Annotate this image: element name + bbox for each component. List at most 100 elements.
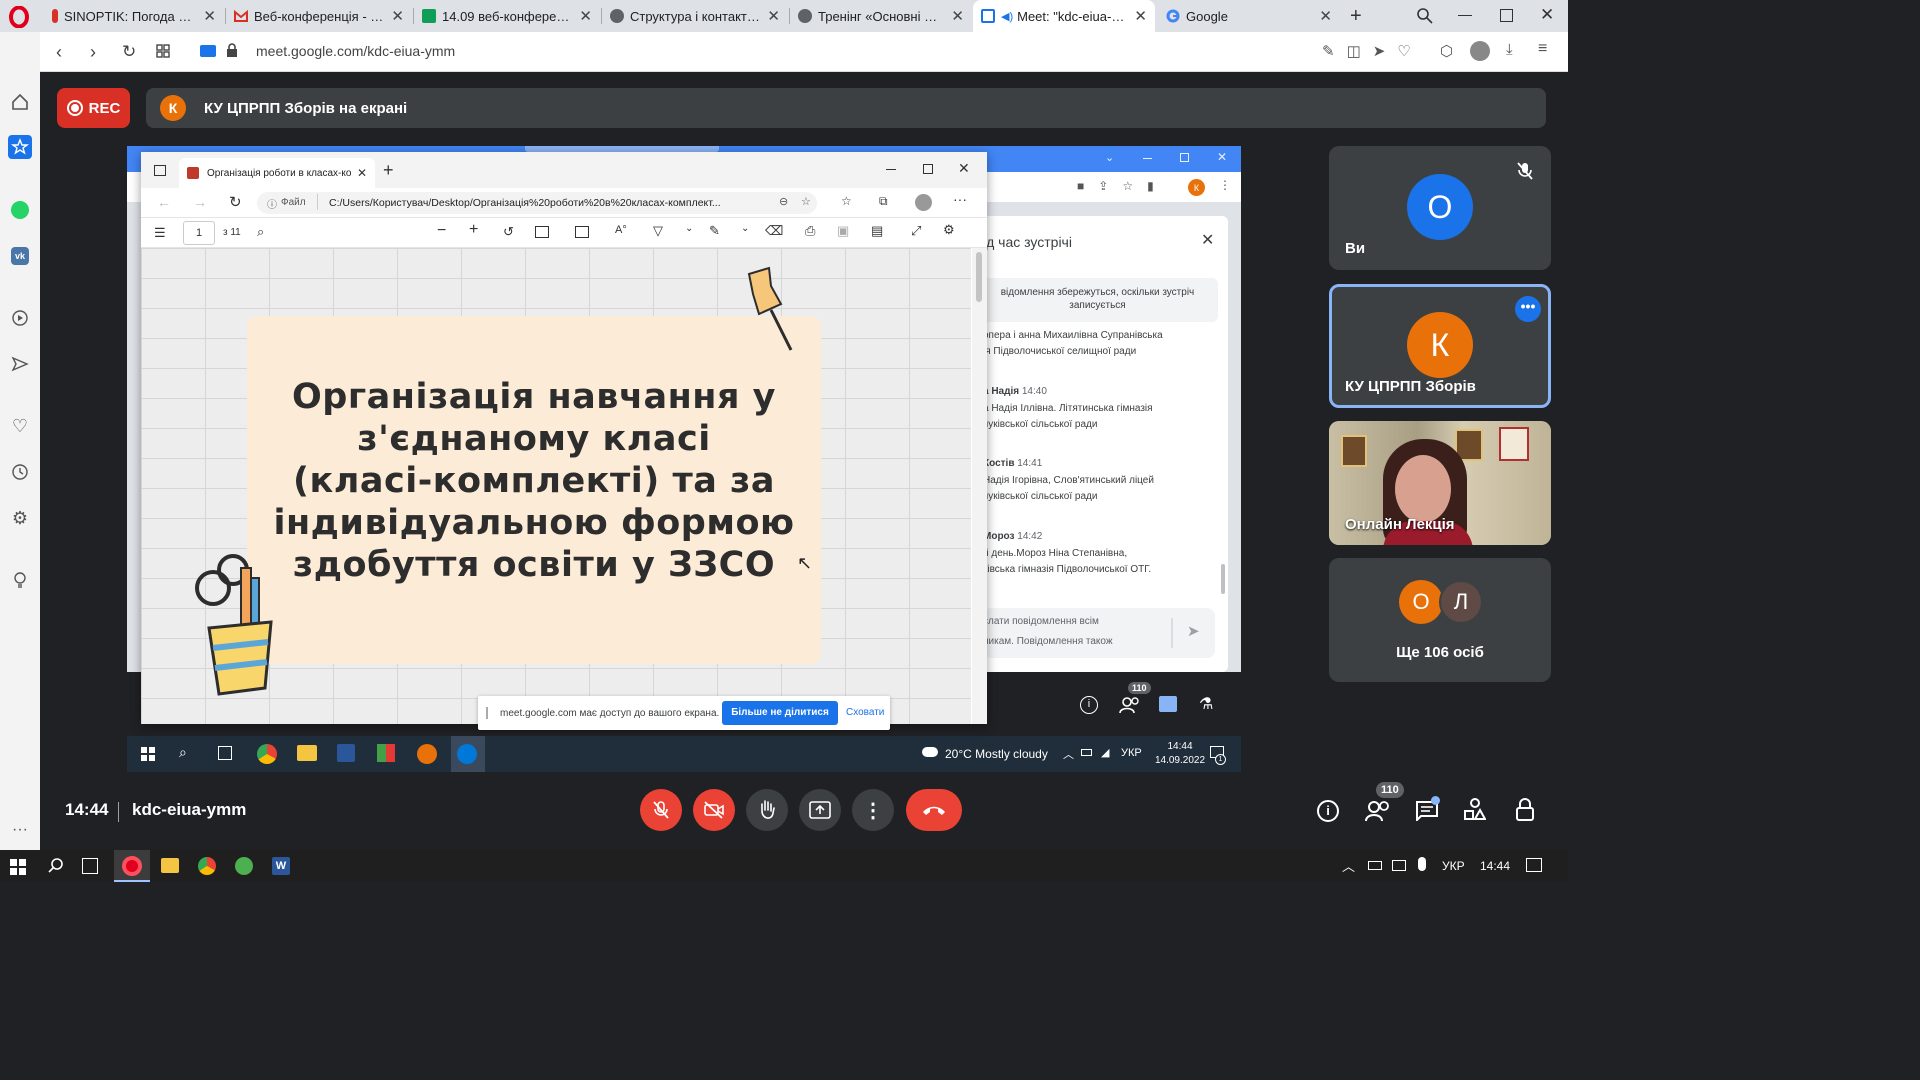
mic-toggle-button[interactable] <box>640 789 682 831</box>
tips-icon[interactable] <box>8 568 32 592</box>
close-window-icon[interactable]: ✕ <box>1540 5 1554 25</box>
participant-tile-presenter[interactable]: К ••• КУ ЦПРПП Зборів <box>1329 284 1551 408</box>
opera-icon[interactable] <box>122 856 142 876</box>
lock-icon[interactable] <box>226 43 238 58</box>
minimize-icon <box>1143 158 1152 159</box>
snapshot-icon[interactable]: ◫ <box>1347 42 1361 60</box>
chat-input: слати повідомлення всім никам. Повідомле… <box>983 608 1215 658</box>
close-icon[interactable]: ✕ <box>1134 7 1147 25</box>
bookmarks-icon[interactable] <box>8 135 32 159</box>
maximize-icon[interactable] <box>1500 9 1513 22</box>
microphone-icon[interactable] <box>1418 857 1426 871</box>
thermometer-icon <box>52 9 58 23</box>
search-icon[interactable] <box>48 857 64 873</box>
heart-icon[interactable]: ♡ <box>8 414 32 438</box>
search-tabs-icon[interactable] <box>1416 7 1434 25</box>
activities-icon[interactable] <box>1464 798 1486 820</box>
vk-icon[interactable]: vk <box>8 244 32 268</box>
star-icon: ☆ <box>1122 179 1134 193</box>
highlight-icon: ▽ <box>653 223 663 238</box>
favorites-icon: ☆ <box>841 194 852 208</box>
whatsapp-icon[interactable] <box>8 198 32 222</box>
opera-logo-icon[interactable] <box>8 6 30 28</box>
network-icon[interactable] <box>1392 860 1406 871</box>
notifications-icon[interactable] <box>1526 858 1542 872</box>
mouse-cursor-icon: ↖ <box>797 553 813 573</box>
new-tab-icon[interactable]: + <box>1350 5 1362 28</box>
unread-dot <box>1431 796 1440 805</box>
heart-icon[interactable]: ♡ <box>1397 42 1410 60</box>
present-screen-button[interactable] <box>799 789 841 831</box>
meeting-time: 14:44 <box>65 800 109 819</box>
send-icon[interactable]: ➤ <box>1373 42 1386 60</box>
pdf-viewer-window: Організація роботи в класах-ко ✕ + ✕ ← →… <box>141 152 987 724</box>
tab-sinoptik[interactable]: SINOPTIK: Погода на 14 ✕ <box>44 0 224 32</box>
settings-icon[interactable]: ⚙ <box>8 506 32 530</box>
chrome-icon <box>257 744 277 764</box>
tab-grid-icon[interactable] <box>156 44 170 58</box>
minimize-icon <box>886 169 896 170</box>
participant-tile-video[interactable]: Онлайн Лекція <box>1329 421 1551 545</box>
more-options-button[interactable]: ⋮ <box>852 789 894 831</box>
reload-icon[interactable]: ↻ <box>122 42 136 62</box>
more-icon[interactable]: ··· <box>8 818 32 842</box>
download-icon[interactable]: ⤓ <box>1506 41 1513 58</box>
extensions-icon[interactable]: ⬡ <box>1440 42 1453 60</box>
app-icon[interactable] <box>235 857 253 875</box>
tab-meet[interactable]: ◀) Meet: "kdc-eiua-ymm ✕ <box>973 0 1155 32</box>
tab-training[interactable]: Тренінг «Основні шлях ✕ <box>790 0 972 32</box>
more-options-icon[interactable]: ••• <box>1515 296 1541 322</box>
recording-indicator[interactable]: REC <box>57 88 130 128</box>
minimize-icon[interactable] <box>1458 15 1472 16</box>
history-icon[interactable] <box>8 460 32 484</box>
leave-call-button[interactable] <box>906 789 962 831</box>
camera-toggle-button[interactable] <box>693 789 735 831</box>
participant-tile-others[interactable]: О Л Ще 106 осіб <box>1329 558 1551 682</box>
zoom-out-icon: − <box>437 222 447 239</box>
tab-structure[interactable]: Структура і контакти - ✕ <box>602 0 788 32</box>
people-icon[interactable] <box>1365 800 1391 822</box>
participant-tile-you[interactable]: О Ви <box>1329 146 1551 270</box>
recording-notice: відомлення збережуться, оскільки зустріч… <box>983 278 1218 322</box>
drag-handle-icon <box>486 707 488 719</box>
back-icon[interactable]: ‹ <box>56 42 62 63</box>
close-icon[interactable]: ✕ <box>951 7 964 25</box>
close-icon[interactable]: ✕ <box>767 7 780 25</box>
close-icon[interactable]: ✕ <box>203 7 216 25</box>
word-icon[interactable]: W <box>272 857 290 875</box>
raise-hand-button[interactable] <box>746 789 788 831</box>
menu-icon[interactable]: ≡ <box>1538 40 1547 58</box>
home-icon[interactable] <box>8 90 32 114</box>
file-explorer-icon[interactable] <box>161 858 179 873</box>
close-icon[interactable]: ✕ <box>1319 7 1332 25</box>
battery-icon[interactable] <box>1368 861 1382 870</box>
close-icon[interactable]: ✕ <box>391 7 404 25</box>
meeting-details-icon[interactable]: i <box>1317 800 1339 822</box>
cloud-icon <box>922 747 938 757</box>
windows-start-icon[interactable] <box>10 859 26 875</box>
camera-active-icon[interactable] <box>200 45 216 57</box>
chrome-icon[interactable] <box>198 857 216 875</box>
host-controls-icon[interactable] <box>1515 798 1535 822</box>
system-clock[interactable]: 14:44 <box>1480 859 1510 873</box>
task-view-icon[interactable] <box>82 858 98 874</box>
record-icon <box>66 100 83 116</box>
pdf-page: Організація навчання у з'єднаному класі … <box>141 248 971 724</box>
profile-icon[interactable] <box>1470 41 1490 61</box>
close-icon[interactable]: ✕ <box>579 7 592 25</box>
tray-chevron-icon[interactable]: ︿ <box>1342 856 1355 875</box>
send-icon: ➤ <box>1187 623 1200 640</box>
tab-google[interactable]: Google ✕ <box>1158 0 1340 32</box>
avatar: К <box>1188 179 1205 196</box>
avatar: К <box>160 95 186 121</box>
player-icon[interactable] <box>8 306 32 330</box>
zoom-in-icon: + <box>469 221 479 238</box>
fullscreen-icon: ⤢ <box>911 223 922 238</box>
edit-icon[interactable]: ✎ <box>1322 42 1335 60</box>
send-icon[interactable] <box>8 352 32 376</box>
tab-gmail[interactable]: Веб-конференція - s.ga ✕ <box>226 0 412 32</box>
url-field[interactable]: meet.google.com/kdc-eiua-ymm <box>256 43 455 59</box>
forward-icon[interactable]: › <box>90 42 96 63</box>
shared-screen[interactable]: ⌄ ✕ ■ ⇪ ☆ ▮ К ⋮ ід час зустрічі ✕ відомл… <box>127 146 1241 772</box>
tab-sheets[interactable]: 14.09 веб-конференція ✕ <box>414 0 600 32</box>
